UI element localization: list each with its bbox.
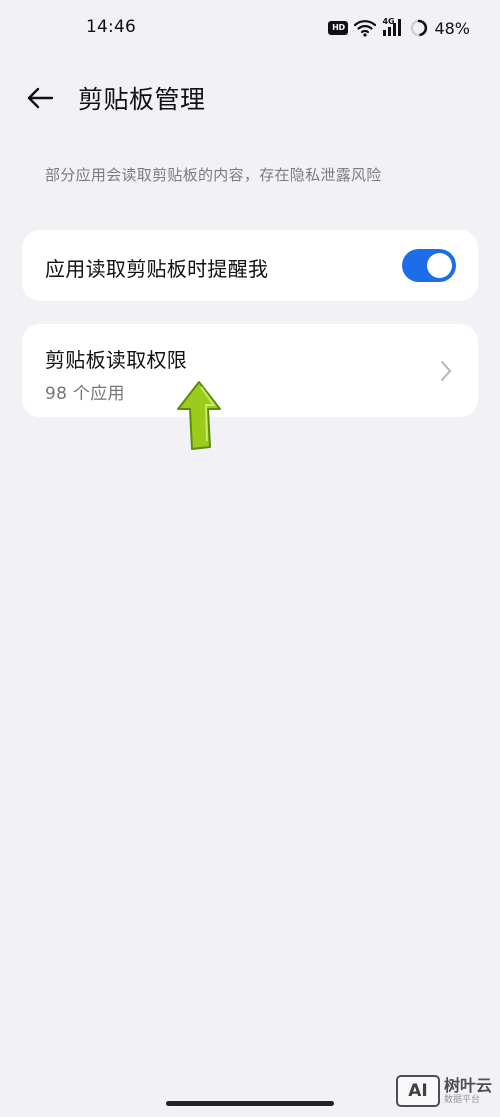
status-time: 14:46 [86,17,136,37]
back-arrow-icon [27,87,54,109]
clipboard-read-reminder-toggle[interactable] [402,249,456,282]
clipboard-permission-app-count: 98 个应用 [45,384,125,404]
hd-voice-icon: HD [328,21,349,35]
wifi-icon [354,20,377,37]
cell-signal-icon: 4G [382,17,404,38]
clipboard-permission-item[interactable]: 剪贴板读取权限 98 个应用 [22,324,478,417]
watermark-subtitle: 数据平台 [443,1094,480,1105]
chevron-right-icon [441,361,451,381]
back-button[interactable] [20,78,60,118]
clipboard-read-reminder-card[interactable]: 应用读取剪贴板时提醒我 [22,230,478,301]
watermark-name: 树叶云 [443,1075,492,1095]
annotation-arrow-icon [177,381,221,450]
privacy-description: 部分应用会读取剪贴板的内容，存在隐私泄露风险 [45,166,382,184]
page-title: 剪贴板管理 [78,85,206,114]
battery-ring-icon [411,19,428,37]
watermark: AI 树叶云 数据平台 [395,1075,492,1107]
toggle-knob [427,253,452,278]
clipboard-permission-title: 剪贴板读取权限 [45,348,188,372]
status-bar: 14:46 HD 4G 48% [0,0,500,56]
watermark-logo: AI [395,1075,440,1107]
home-indicator[interactable] [166,1101,334,1106]
clipboard-read-reminder-label: 应用读取剪贴板时提醒我 [45,257,269,281]
status-icons: HD 4G 48% [328,16,470,40]
battery-percent: 48% [434,18,470,38]
